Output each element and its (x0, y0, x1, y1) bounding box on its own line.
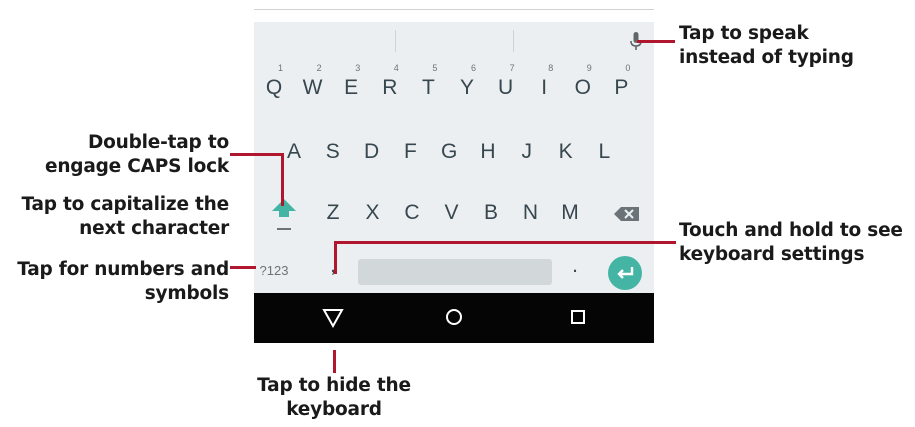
annotation-capitalize: Tap to capitalize the next character (21, 193, 229, 241)
annotation-capitalize-line1: Tap to capitalize the (21, 194, 229, 215)
key-h[interactable]: H (471, 132, 505, 172)
top-divider (254, 9, 654, 10)
key-g[interactable]: G (432, 132, 466, 172)
leader-line-settings-vertical (334, 241, 337, 274)
suggestion-divider (513, 30, 514, 52)
key-number-hint: 3 (355, 63, 361, 73)
annotation-numbers-line2: symbols (144, 283, 229, 304)
key-w[interactable]: W2 (296, 63, 330, 108)
annotation-settings: Touch and hold to see keyboard settings (679, 219, 903, 267)
key-letter: W (302, 76, 323, 99)
key-d[interactable]: D (355, 132, 389, 172)
key-t[interactable]: T5 (411, 63, 445, 108)
key-z[interactable]: Z (316, 193, 350, 233)
key-letter: Y (459, 76, 474, 99)
key-letter: T (421, 76, 435, 99)
key-j[interactable]: J (510, 132, 544, 172)
annotation-caps: Double-tap to engage CAPS lock (45, 131, 229, 179)
key-x[interactable]: X (356, 193, 390, 233)
backspace-key[interactable] (609, 199, 643, 229)
backspace-icon (614, 207, 639, 221)
key-number-hint: 4 (393, 63, 399, 73)
key-number-hint: 0 (625, 63, 631, 73)
key-number-hint: 9 (586, 63, 592, 73)
annotation-speak-line2: instead of typing (679, 47, 854, 68)
key-n[interactable]: N (514, 193, 548, 233)
spacebar[interactable] (358, 259, 552, 285)
key-number-hint: 8 (548, 63, 554, 73)
key-l[interactable]: L (587, 132, 621, 172)
key-b[interactable]: B (474, 193, 508, 233)
key-letter: Q (265, 76, 283, 99)
leader-line-caps-vertical (281, 153, 284, 206)
key-r[interactable]: R4 (373, 63, 407, 108)
annotation-caps-line1: Double-tap to (87, 132, 229, 153)
annotation-hide: Tap to hide the keyboard (234, 374, 434, 422)
keyboard: Q1W2E3R4T5Y6U7I8O9P0 ASDFGHJKL ZXCVBNM ?… (254, 60, 654, 293)
key-letter: P (614, 76, 629, 99)
annotation-capitalize-line2: next character (79, 218, 229, 239)
key-letter: O (574, 76, 591, 99)
key-number-hint: 5 (432, 63, 438, 73)
annotation-hide-line1: Tap to hide the (257, 375, 411, 396)
annotation-hide-line2: keyboard (286, 399, 382, 420)
key-e[interactable]: E3 (334, 63, 368, 108)
key-k[interactable]: K (549, 132, 583, 172)
annotation-settings-line1: Touch and hold to see (679, 220, 903, 241)
key-number-hint: 1 (278, 63, 284, 73)
comma-key[interactable]: , (318, 246, 348, 286)
enter-key[interactable] (608, 256, 642, 290)
key-u[interactable]: U7 (489, 63, 523, 108)
key-letter: I (541, 76, 548, 99)
key-p[interactable]: P0 (604, 63, 638, 108)
key-y[interactable]: Y6 (450, 63, 484, 108)
leader-line-caps (230, 153, 284, 156)
key-s[interactable]: S (316, 132, 350, 172)
back-triangle-icon[interactable] (322, 308, 344, 328)
annotation-numbers-line1: Tap for numbers and (17, 259, 229, 280)
navigation-bar (254, 293, 654, 343)
key-v[interactable]: V (435, 193, 469, 233)
annotation-speak-line1: Tap to speak (679, 23, 809, 44)
annotation-speak: Tap to speak instead of typing (679, 22, 854, 70)
key-letter: U (498, 76, 514, 99)
suggestion-strip (254, 22, 654, 60)
leader-line-numbers (230, 266, 256, 269)
leader-line-hide (333, 350, 336, 373)
shift-key[interactable] (268, 191, 300, 235)
recents-square-icon[interactable] (570, 309, 586, 325)
key-letter: R (382, 76, 398, 99)
key-q[interactable]: Q1 (257, 63, 291, 108)
key-number-hint: 7 (509, 63, 515, 73)
annotation-numbers: Tap for numbers and symbols (17, 258, 229, 306)
annotation-settings-line2: keyboard settings (679, 244, 865, 265)
key-number-hint: 6 (471, 63, 477, 73)
key-letter: E (344, 76, 359, 99)
key-m[interactable]: M (553, 193, 587, 233)
suggestion-divider (395, 30, 396, 52)
phone-screen: Q1W2E3R4T5Y6U7I8O9P0 ASDFGHJKL ZXCVBNM ?… (254, 0, 654, 388)
key-c[interactable]: C (395, 193, 429, 233)
period-key[interactable]: . (560, 246, 590, 286)
key-f[interactable]: F (393, 132, 427, 172)
key-o[interactable]: O9 (566, 63, 600, 108)
annotation-caps-line2: engage CAPS lock (44, 156, 229, 177)
leader-line-speak (637, 40, 675, 43)
leader-line-settings (334, 241, 676, 244)
shift-arrow-icon (272, 199, 296, 230)
symbols-key[interactable]: ?123 (254, 251, 294, 291)
key-number-hint: 2 (316, 63, 322, 73)
home-circle-icon[interactable] (445, 308, 463, 326)
enter-icon (617, 267, 634, 279)
key-i[interactable]: I8 (527, 63, 561, 108)
